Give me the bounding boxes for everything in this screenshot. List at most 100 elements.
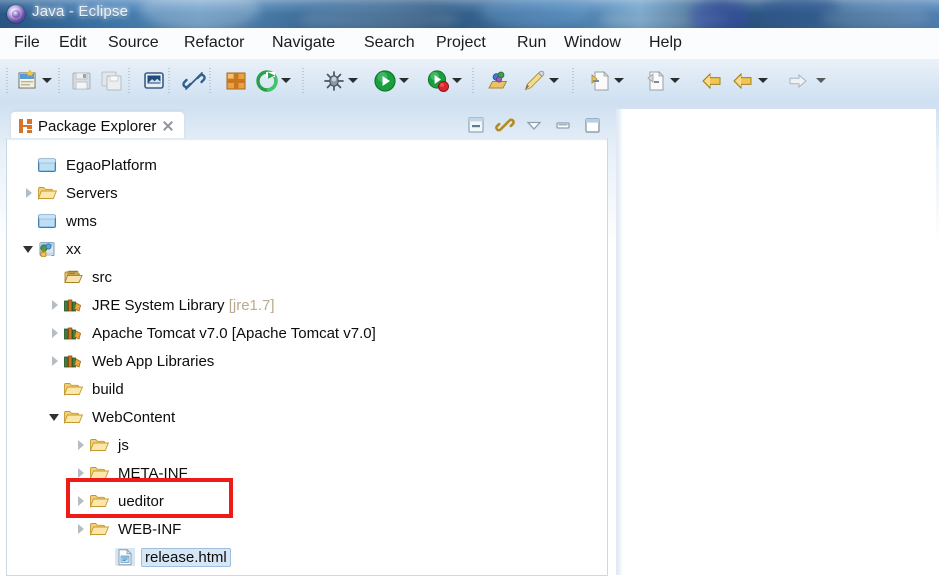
- package-explorer-body[interactable]: EgaoPlatform Servers wms xx src JRE System Li…: [6, 138, 608, 576]
- coverage-button[interactable]: [426, 69, 450, 93]
- run-dropdown-arrow[interactable]: [399, 78, 409, 83]
- eclipse-icon: [7, 5, 25, 23]
- tree-item-src[interactable]: src: [7, 263, 607, 291]
- forward-button[interactable]: [785, 69, 809, 93]
- menu-run[interactable]: Run: [513, 32, 550, 54]
- minimize-view-button[interactable]: [553, 115, 573, 135]
- menu-refactor[interactable]: Refactor: [180, 32, 248, 54]
- java-class-icon: [488, 71, 508, 89]
- save-icon: [72, 72, 91, 90]
- tree-item-release-html[interactable]: release.html: [7, 543, 607, 571]
- main-toolbar: [0, 59, 939, 104]
- tree-item-ueditor[interactable]: ueditor: [7, 487, 607, 515]
- forward-dropdown-arrow[interactable]: [816, 78, 826, 83]
- prev-annotation-dropdown-arrow[interactable]: [670, 78, 680, 83]
- menu-project[interactable]: Project: [432, 32, 490, 54]
- tree-item-wms[interactable]: wms: [7, 207, 607, 235]
- twisty-placeholder: [47, 269, 63, 285]
- twisty-placeholder: [47, 381, 63, 397]
- collapse-arrow-icon[interactable]: [73, 493, 89, 509]
- toolbar-separator: [572, 68, 574, 94]
- annotation-dropdown-arrow[interactable]: [549, 78, 559, 83]
- package-explorer-icon: [19, 119, 32, 133]
- closed-project-folder-icon: [37, 156, 57, 174]
- tree-item-meta-inf[interactable]: META-INF: [7, 459, 607, 487]
- external-tools-dropdown-arrow[interactable]: [281, 78, 291, 83]
- menu-help[interactable]: Help: [645, 32, 686, 54]
- editor-area[interactable]: [616, 109, 936, 575]
- run-button[interactable]: [373, 69, 397, 93]
- menu-navigate[interactable]: Navigate: [268, 32, 339, 54]
- tree-item-jre-system-library[interactable]: JRE System Library [jre1.7]: [7, 291, 607, 319]
- tree-item-label: Web App Libraries: [92, 352, 215, 370]
- toggle-link-button[interactable]: [182, 69, 206, 93]
- workbench: Package Explorer EgaoPlatform Servers wm…: [0, 103, 939, 578]
- pencil-icon: [524, 70, 545, 91]
- maximize-view-button[interactable]: [582, 115, 602, 135]
- view-tab-row: Package Explorer: [6, 109, 608, 140]
- save-button[interactable]: [70, 69, 94, 93]
- twisty-placeholder: [21, 157, 37, 173]
- tab-package-explorer[interactable]: Package Explorer: [10, 111, 186, 140]
- debug-dropdown-arrow[interactable]: [348, 78, 358, 83]
- forward-history-button[interactable]: [731, 69, 755, 93]
- menu-file[interactable]: File: [10, 32, 44, 54]
- new-wizard-button[interactable]: [16, 69, 40, 93]
- collapse-arrow-icon[interactable]: [47, 325, 63, 341]
- collapse-all-button[interactable]: [466, 115, 486, 135]
- tree-item-label-qualifier: [jre1.7]: [228, 296, 275, 314]
- forward-history-dropdown-arrow[interactable]: [758, 78, 768, 83]
- open-folder-icon: [89, 436, 109, 454]
- prev-annotation-button[interactable]: [644, 69, 668, 93]
- tree-item-webcontent[interactable]: WebContent: [7, 403, 607, 431]
- new-java-package-button[interactable]: [224, 69, 248, 93]
- window-titlebar: Java - Eclipse: [0, 0, 939, 28]
- external-tools-icon: [256, 70, 278, 92]
- collapse-arrow-icon[interactable]: [73, 521, 89, 537]
- collapse-arrow-icon[interactable]: [47, 297, 63, 313]
- next-annotation-button[interactable]: [589, 69, 613, 93]
- save-all-button[interactable]: [100, 69, 124, 93]
- menu-source[interactable]: Source: [104, 32, 163, 54]
- menu-edit[interactable]: Edit: [55, 32, 91, 54]
- close-icon[interactable]: [162, 120, 174, 132]
- view-menu-button[interactable]: [524, 115, 544, 135]
- next-annotation-icon: [591, 71, 609, 91]
- collapse-arrow-icon[interactable]: [73, 437, 89, 453]
- tree-item-label: ueditor: [118, 492, 164, 510]
- tree-item-js[interactable]: js: [7, 431, 607, 459]
- print-button[interactable]: [142, 69, 166, 93]
- expand-arrow-icon[interactable]: [21, 241, 37, 257]
- tree-item-label: build: [92, 380, 124, 398]
- tree-item-servers[interactable]: Servers: [7, 179, 607, 207]
- menu-search[interactable]: Search: [360, 32, 419, 54]
- link-with-editor-button[interactable]: [495, 115, 515, 135]
- tree-item-egaoplatform[interactable]: EgaoPlatform: [7, 151, 607, 179]
- menu-window[interactable]: Window: [560, 32, 625, 54]
- collapse-arrow-icon[interactable]: [73, 465, 89, 481]
- tree-item-label: src: [92, 268, 112, 286]
- library-icon: [63, 324, 83, 342]
- new-java-class-button[interactable]: [487, 69, 511, 93]
- new-file-icon: [18, 69, 36, 89]
- expand-arrow-icon[interactable]: [47, 409, 63, 425]
- debug-button[interactable]: [322, 69, 346, 93]
- tree-item-label: Apache Tomcat v7.0 [Apache Tomcat v7.0]: [92, 324, 376, 342]
- new-wizard-dropdown-arrow[interactable]: [42, 78, 52, 83]
- link-editor-icon: [495, 118, 515, 132]
- next-annotation-dropdown-arrow[interactable]: [614, 78, 624, 83]
- tree-item-xx[interactable]: xx: [7, 235, 607, 263]
- eclipse-window: Java - Eclipse File Edit Source Refactor…: [0, 0, 939, 578]
- forward-arrow-icon: [733, 72, 752, 90]
- annotation-button[interactable]: [522, 69, 546, 93]
- tree-item-build[interactable]: build: [7, 375, 607, 403]
- tree-item-apache-tomcat-v7-0-apache-tomcat-v7-0-[interactable]: Apache Tomcat v7.0 [Apache Tomcat v7.0]: [7, 319, 607, 347]
- tree-item-web-inf[interactable]: WEB-INF: [7, 515, 607, 543]
- collapse-arrow-icon[interactable]: [21, 185, 37, 201]
- collapse-arrow-icon[interactable]: [47, 353, 63, 369]
- external-tools-button[interactable]: [255, 69, 279, 93]
- coverage-dropdown-arrow[interactable]: [452, 78, 462, 83]
- back-button[interactable]: [700, 69, 724, 93]
- toolbar-separator: [209, 68, 211, 94]
- tree-item-web-app-libraries[interactable]: Web App Libraries: [7, 347, 607, 375]
